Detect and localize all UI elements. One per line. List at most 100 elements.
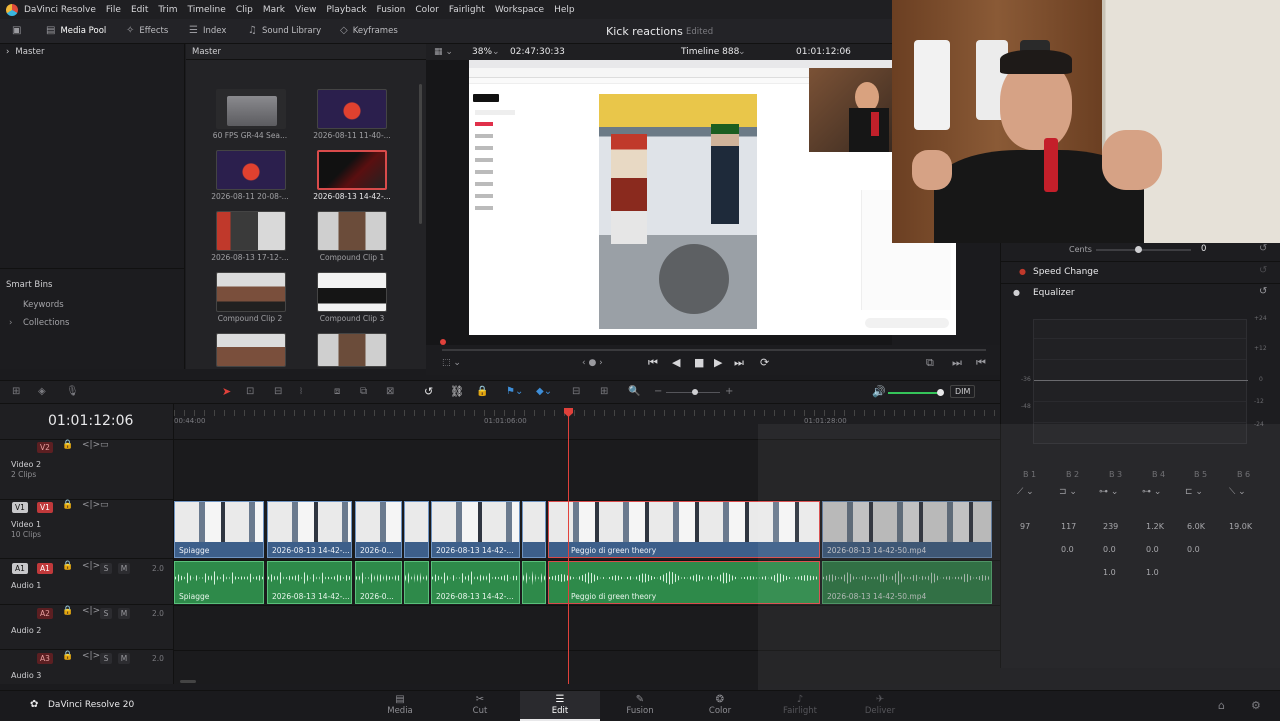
zoom-detail-icon[interactable]: ⊞: [600, 386, 608, 397]
home-icon[interactable]: ⌂: [1218, 699, 1225, 712]
tab-color[interactable]: ❂ Color: [680, 691, 760, 721]
track-name[interactable]: Audio 2: [11, 626, 41, 635]
menu-trim[interactable]: Trim: [158, 5, 177, 15]
track-name[interactable]: Audio 1: [11, 581, 41, 590]
zoom-level[interactable]: 38%: [472, 47, 492, 57]
lock-track-icon[interactable]: 🔒: [62, 561, 73, 571]
menu-edit[interactable]: Edit: [131, 5, 148, 15]
media-clip-thumbnail[interactable]: [317, 333, 387, 367]
keyframes-button[interactable]: ◇ Keyframes: [340, 25, 398, 36]
track-destination-v2[interactable]: V2: [37, 442, 53, 453]
effects-button[interactable]: ✧ Effects: [126, 25, 168, 36]
lock-track-icon[interactable]: 🔒: [62, 440, 73, 450]
track-destination-a2[interactable]: A2: [37, 608, 53, 619]
layout-icon[interactable]: ⊞: [12, 386, 20, 397]
video-clip[interactable]: 2026-08-13 14-42-...: [267, 501, 352, 558]
replace-clip-icon[interactable]: ⊠: [386, 386, 394, 397]
audio-clip[interactable]: Spiagge: [174, 561, 264, 604]
menu-playback[interactable]: Playback: [326, 5, 366, 15]
reset-icon[interactable]: ↺: [1259, 243, 1267, 254]
index-button[interactable]: ☰ Index: [189, 25, 226, 36]
media-clip-thumbnail[interactable]: [216, 150, 286, 190]
menu-timeline[interactable]: Timeline: [188, 5, 226, 15]
zoom-full-icon[interactable]: ⊟: [572, 386, 580, 397]
equalizer-toggle-icon[interactable]: ●: [1013, 288, 1020, 297]
master-bin[interactable]: › Master: [0, 44, 184, 60]
track-enable-icon[interactable]: ▭: [100, 500, 109, 510]
menu-workspace[interactable]: Workspace: [495, 5, 544, 15]
tab-fusion[interactable]: ✎ Fusion: [600, 691, 680, 721]
mute-button[interactable]: M: [118, 608, 130, 619]
crop-icon[interactable]: ⬚ ⌄: [442, 358, 461, 368]
panel-toggle-button[interactable]: ▣: [12, 25, 21, 36]
timeline-name[interactable]: Timeline 888: [681, 47, 739, 57]
keywords-bin[interactable]: Keywords: [23, 300, 64, 310]
solo-button[interactable]: S: [100, 608, 112, 619]
volume-slider-handle[interactable]: [937, 389, 944, 396]
reset-icon[interactable]: ↺: [1259, 265, 1267, 276]
menu-color[interactable]: Color: [415, 5, 439, 15]
audio-clip[interactable]: [522, 561, 546, 604]
snapping-icon[interactable]: ↺: [424, 385, 433, 398]
reset-icon[interactable]: ↺: [1259, 286, 1267, 297]
equalizer-header[interactable]: Equalizer: [1033, 288, 1075, 298]
playhead[interactable]: [568, 408, 569, 684]
flag-icon[interactable]: ⚑⌄: [506, 386, 523, 397]
menu-file[interactable]: File: [106, 5, 121, 15]
settings-gear-icon[interactable]: ⚙: [1251, 699, 1261, 712]
link-view-icon[interactable]: ◈: [38, 386, 46, 397]
lock-track-icon[interactable]: 🔒: [62, 606, 73, 616]
media-pool-scrollbar[interactable]: [419, 84, 422, 224]
auto-select-icon[interactable]: <|>: [82, 561, 100, 571]
source-patch-a1[interactable]: A1: [12, 563, 28, 574]
mute-button[interactable]: M: [118, 563, 130, 574]
tab-edit[interactable]: ☰ Edit: [520, 691, 600, 721]
zoom-in-icon[interactable]: +: [725, 386, 733, 397]
audio-clip[interactable]: [404, 561, 429, 604]
sound-library-button[interactable]: ♫ Sound Library: [248, 25, 321, 36]
tab-media[interactable]: ▤ Media: [360, 691, 440, 721]
stop-icon[interactable]: ■: [694, 356, 704, 369]
linked-selection-icon[interactable]: ⛓: [450, 385, 464, 398]
media-clip-thumbnail[interactable]: [216, 211, 286, 251]
track-name[interactable]: Video 1: [11, 520, 41, 529]
track-destination-a1[interactable]: A1: [37, 563, 53, 574]
tab-deliver[interactable]: ✈ Deliver: [840, 691, 920, 721]
auto-select-icon[interactable]: <|>: [82, 440, 100, 450]
media-clip-thumbnail[interactable]: [317, 89, 387, 129]
video-clip[interactable]: [404, 501, 429, 558]
video-clip[interactable]: 2026-08-13 14-42-...: [431, 501, 520, 558]
solo-button[interactable]: S: [100, 653, 112, 664]
auto-select-icon[interactable]: <|>: [82, 606, 100, 616]
track-name[interactable]: Video 2: [11, 460, 41, 469]
audio-clip[interactable]: 2026-08-13 14-42-...: [431, 561, 520, 604]
go-to-end-icon[interactable]: ⏭: [734, 356, 744, 370]
app-menu[interactable]: DaVinci Resolve: [24, 5, 96, 15]
selection-tool-icon[interactable]: ➤: [222, 385, 231, 398]
overwrite-clip-icon[interactable]: ⧉: [360, 386, 367, 397]
play-reverse-icon[interactable]: ◀: [672, 356, 680, 369]
menu-fairlight[interactable]: Fairlight: [449, 5, 485, 15]
menu-view[interactable]: View: [295, 5, 316, 15]
position-lock-icon[interactable]: 🔒: [476, 386, 488, 397]
video-clip[interactable]: Spiagge: [174, 501, 264, 558]
scrubber-track[interactable]: [442, 349, 986, 351]
speaker-icon[interactable]: 🔊: [872, 385, 886, 398]
speed-change-header[interactable]: Speed Change: [1033, 267, 1099, 277]
media-clip-thumbnail[interactable]: [317, 272, 387, 312]
menu-fusion[interactable]: Fusion: [377, 5, 406, 15]
lock-track-icon[interactable]: 🔒: [62, 651, 73, 661]
zoom-custom-icon[interactable]: 🔍: [628, 386, 640, 397]
previous-frame-icon[interactable]: ⏮: [976, 356, 986, 370]
dynamic-trim-icon[interactable]: ⊟: [274, 386, 282, 397]
match-frame-icon[interactable]: ⧉: [926, 356, 934, 370]
chevron-down-icon[interactable]: ⌄: [492, 47, 500, 57]
audio-clip[interactable]: 2026-08-13 14-42-...: [267, 561, 352, 604]
media-clip-thumbnail[interactable]: [216, 272, 286, 312]
track-name[interactable]: Audio 3: [11, 671, 41, 680]
zoom-slider-handle[interactable]: [692, 389, 698, 395]
video-clip[interactable]: [522, 501, 546, 558]
menu-clip[interactable]: Clip: [236, 5, 253, 15]
solo-button[interactable]: S: [100, 563, 112, 574]
media-clip-thumbnail[interactable]: [317, 211, 387, 251]
